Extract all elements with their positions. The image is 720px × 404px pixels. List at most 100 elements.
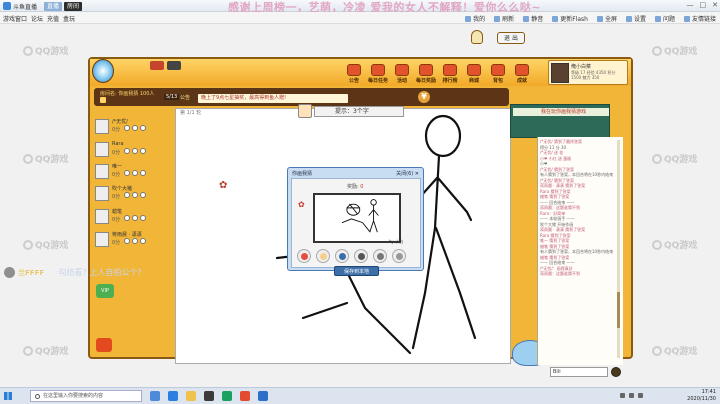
gift-icon[interactable]: [132, 170, 138, 176]
exit-button[interactable]: 退 出: [497, 32, 525, 44]
title-tag[interactable]: 房间: [64, 1, 83, 11]
gift-icon[interactable]: [132, 148, 138, 154]
clock[interactable]: 17:41 2020/11/30: [687, 389, 716, 403]
chat-input[interactable]: Bili: [550, 367, 608, 377]
qq-icon[interactable]: [258, 391, 268, 401]
vip-badge[interactable]: VIP: [96, 284, 114, 298]
menu-item-mine[interactable]: 我的: [465, 14, 485, 23]
gift-icon[interactable]: [132, 215, 138, 221]
nav-activity[interactable]: 活动: [391, 61, 413, 84]
save-to-local-button[interactable]: 保存到本地: [334, 266, 379, 276]
douyu-icon[interactable]: [240, 391, 250, 401]
clock-date: 2020/11/30: [687, 396, 716, 402]
minimize-button[interactable]: —: [687, 1, 694, 9]
rose-icon: ✿: [298, 200, 305, 209]
chat-log: /*无忧/ 猜到了最终答案 得分 11 分 30/*无忧/ 送 花小❤ 小红 送 …: [540, 139, 620, 277]
category-icon[interactable]: [167, 61, 181, 70]
menu-item-recharge[interactable]: 充值: [47, 14, 59, 23]
menu-item-fullscreen[interactable]: 全屏: [596, 14, 617, 23]
add-friend-icon[interactable]: [124, 170, 130, 176]
menu-item-links[interactable]: 友情链接: [683, 14, 716, 23]
player-slot[interactable]: 蜡笔 0分: [95, 207, 173, 229]
maximize-button[interactable]: □: [700, 1, 707, 9]
nav-shop[interactable]: 商城: [463, 61, 485, 84]
add-friend-icon[interactable]: [124, 125, 130, 131]
nav-daily-reward[interactable]: 每日奖励: [415, 61, 437, 84]
player-slot[interactable]: /*无忧/ 0分: [95, 117, 173, 139]
add-friend-icon[interactable]: [124, 148, 130, 154]
watermark: QQ游戏: [23, 238, 68, 251]
nav-achievement[interactable]: 成就: [511, 61, 533, 84]
menu-item-mute[interactable]: 静音: [523, 14, 543, 23]
player-slot[interactable]: 吹个大猪 0分: [95, 184, 173, 206]
kick-icon[interactable]: [140, 238, 146, 244]
bell-icon[interactable]: [471, 30, 483, 44]
menu-item-game-window[interactable]: 游戏窗口: [3, 14, 27, 23]
menu-item-box[interactable]: 盒玩: [63, 14, 75, 23]
add-friend-icon[interactable]: [124, 238, 130, 244]
menu-label: 全屏: [604, 16, 617, 23]
title-tag[interactable]: 直播: [44, 1, 63, 11]
avatar: [95, 142, 109, 157]
watermark-text: QQ游戏: [664, 347, 698, 357]
player-slot[interactable]: Rara 0分: [95, 140, 173, 162]
gift-bomb-button[interactable]: [354, 249, 368, 263]
ime-icon[interactable]: [638, 393, 643, 398]
taskbar-search-input[interactable]: 在这里输入你要搜索的内容: [30, 390, 142, 402]
menu-item-problem[interactable]: 问题: [654, 14, 675, 23]
gift-slipper-button[interactable]: [373, 249, 387, 263]
menu-item-forum[interactable]: 论坛: [31, 14, 43, 23]
chat-scrollbar-thumb[interactable]: [617, 292, 620, 328]
network-icon[interactable]: [620, 393, 625, 398]
menu-item-update-flash[interactable]: 更新Flash: [552, 14, 588, 23]
speaker-icon[interactable]: [100, 97, 106, 103]
window-controls: — □ ✕: [687, 1, 719, 9]
kick-icon[interactable]: [140, 215, 146, 221]
app-name: 斗鱼直播: [13, 4, 38, 11]
player-slot[interactable]: 蒋雨晨 · 潇潇 0分: [95, 230, 173, 252]
kick-icon[interactable]: [140, 148, 146, 154]
gift-flower-button[interactable]: [297, 249, 311, 263]
gift-robot-button[interactable]: [335, 249, 349, 263]
chat-username: 兰FFFF: [18, 269, 45, 277]
taskbar-apps: [150, 391, 268, 401]
dialog-close-button[interactable]: 关闭(6) ✕: [396, 170, 419, 177]
wechat-icon[interactable]: [222, 391, 232, 401]
store-icon[interactable]: [204, 391, 214, 401]
player-slot[interactable]: 唯一 0分: [95, 162, 173, 184]
nav-daily-task[interactable]: 每日任务: [367, 61, 389, 84]
speaker-icon: [523, 16, 530, 22]
nav-bag[interactable]: 背包: [487, 61, 509, 84]
kick-icon[interactable]: [140, 125, 146, 131]
kick-icon[interactable]: [140, 192, 146, 198]
watermark: QQ游戏: [652, 238, 697, 251]
nav-announcement[interactable]: 公告: [343, 61, 365, 84]
player-actions: [124, 170, 146, 176]
nav-label: 背包: [492, 78, 503, 84]
category-icon[interactable]: [150, 61, 164, 70]
gift-icon[interactable]: [132, 125, 138, 131]
gift-icon[interactable]: [132, 192, 138, 198]
task-view-icon[interactable]: [150, 391, 160, 401]
room-info: 房间名: 你画我猜 100人: [100, 91, 155, 97]
add-friend-icon[interactable]: [124, 192, 130, 198]
level-badge-icon[interactable]: [96, 338, 112, 352]
gift-egg-button[interactable]: [316, 249, 330, 263]
edge-icon[interactable]: [168, 391, 178, 401]
close-button[interactable]: ✕: [712, 1, 718, 9]
menu-item-settings[interactable]: 设置: [625, 14, 646, 23]
menu-item-refresh[interactable]: 刷新: [494, 14, 514, 23]
add-friend-icon[interactable]: [124, 215, 130, 221]
windows-start-icon[interactable]: [4, 392, 12, 400]
qq-logo-icon: [23, 154, 33, 164]
kick-icon[interactable]: [140, 170, 146, 176]
taskbar: 在这里输入你要搜索的内容 17:41 2020/11/30: [0, 387, 720, 404]
user-card[interactable]: 俺小白菜 等级 17 经验 4350 积分 1500 魅力 350: [548, 60, 628, 85]
folder-icon[interactable]: [186, 391, 196, 401]
gift-icon[interactable]: [132, 238, 138, 244]
send-button[interactable]: [611, 367, 621, 377]
gift-brick-button[interactable]: [392, 249, 406, 263]
money-bag-icon[interactable]: ¥: [418, 91, 430, 103]
volume-icon[interactable]: [629, 393, 634, 398]
nav-ranking[interactable]: 排行榜: [439, 61, 461, 84]
